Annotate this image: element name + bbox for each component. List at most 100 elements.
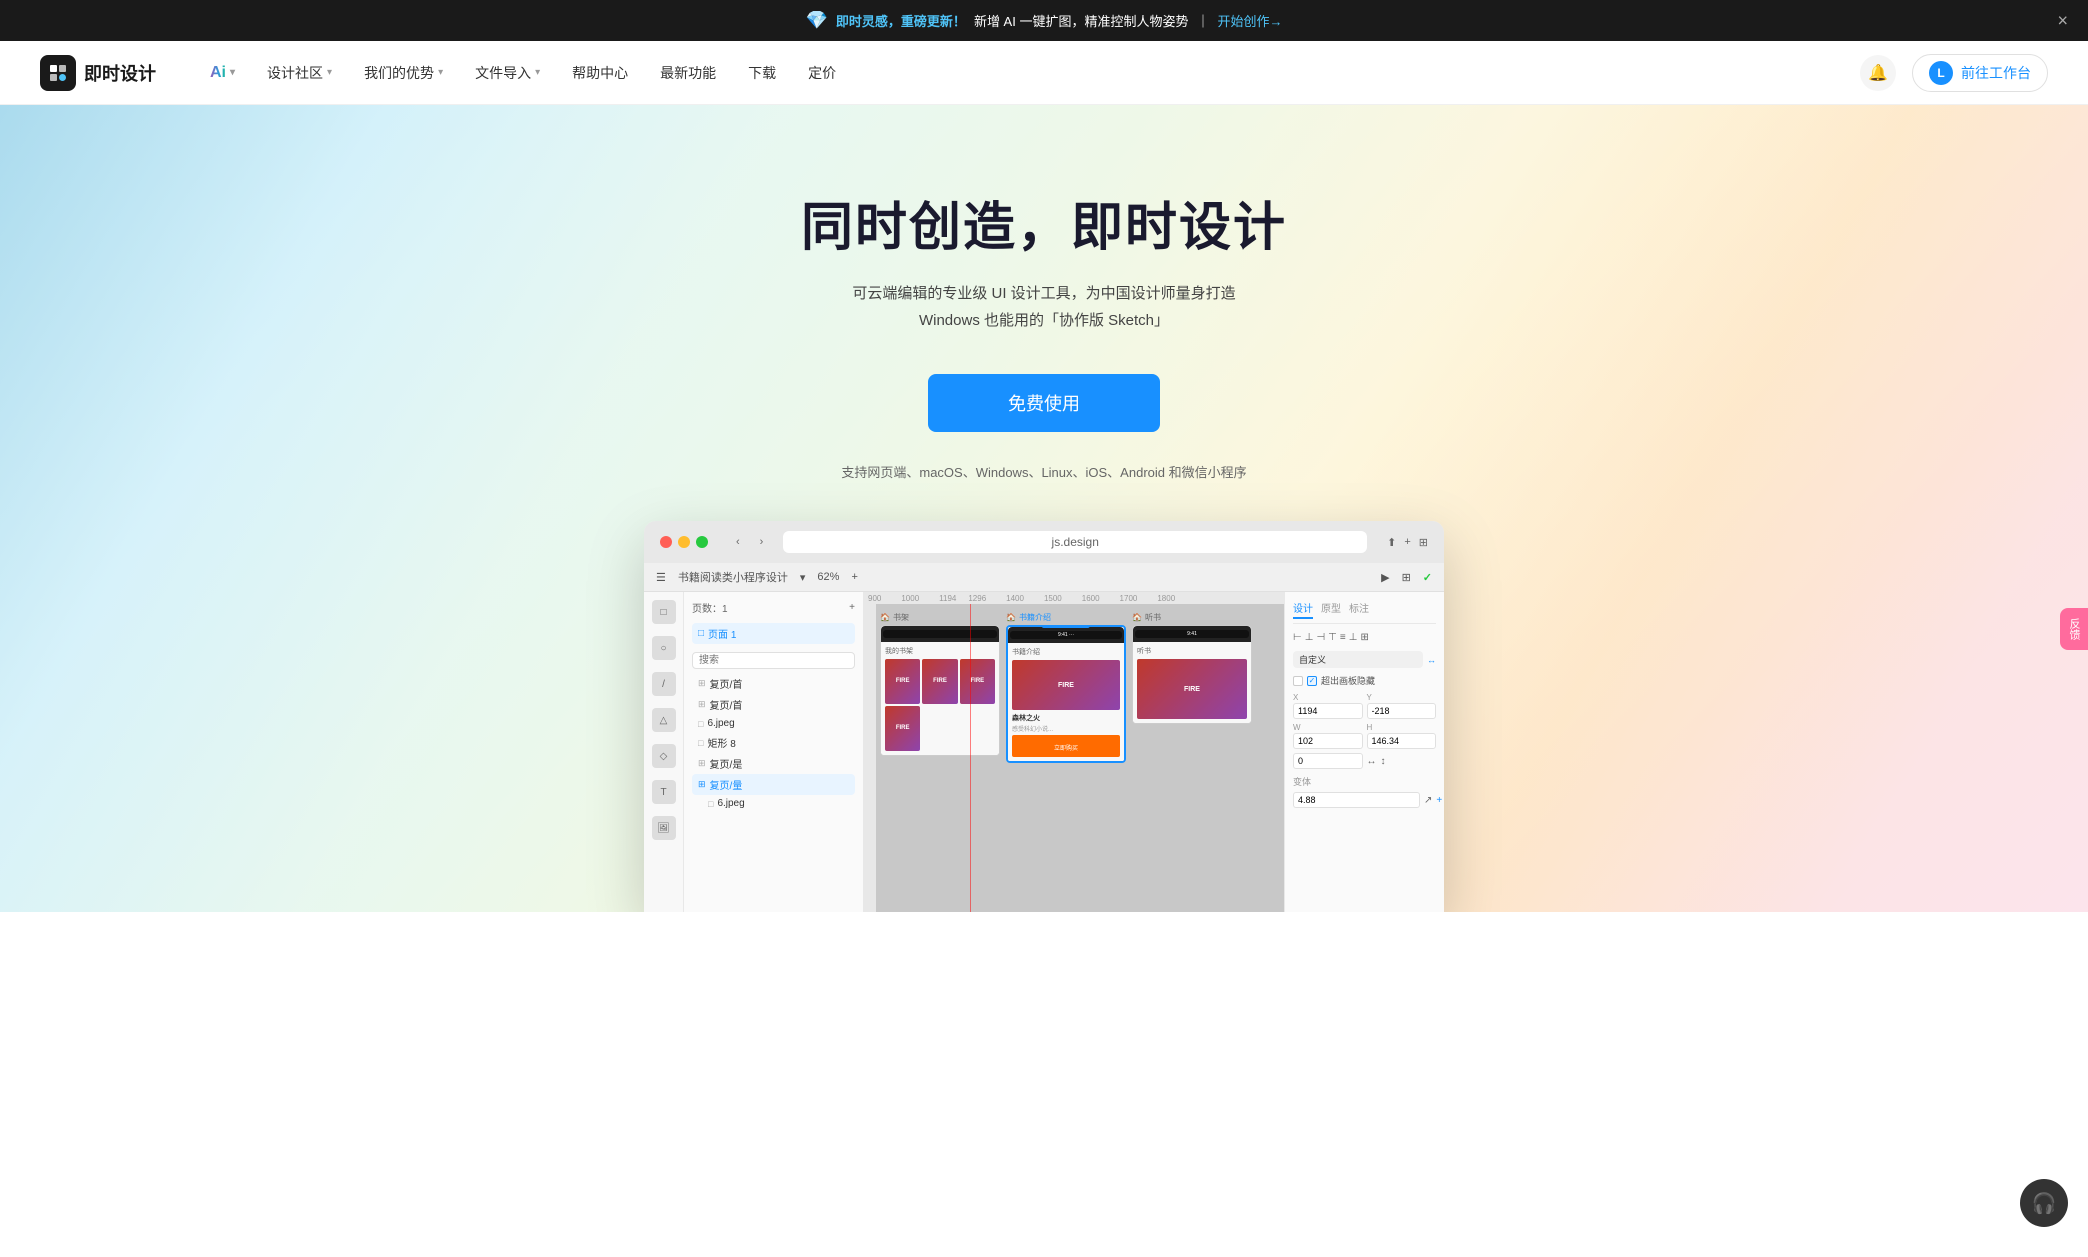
add-transform-icon[interactable]: +	[1436, 795, 1442, 806]
expand-icon[interactable]: ↗	[1424, 795, 1432, 806]
align-middle-icon[interactable]: ≡	[1340, 632, 1346, 643]
play-icon[interactable]: ▶	[1381, 571, 1389, 584]
nav-item-import[interactable]: 文件导入 ▾	[461, 55, 554, 91]
nav-item-design-community[interactable]: 设计社区 ▾	[253, 55, 346, 91]
h-label: H	[1367, 723, 1437, 732]
pen-tool[interactable]: /	[652, 672, 676, 696]
hero-subtitle: 可云端编辑的专业级 UI 设计工具，为中国设计师量身打造 Windows 也能用…	[801, 280, 1287, 334]
page-item[interactable]: □ 页面 1	[692, 623, 855, 644]
frame-audiobook[interactable]: 🏠 听书 9:41 听书	[1132, 612, 1252, 724]
window-dot-yellow[interactable]	[678, 536, 690, 548]
select-tool[interactable]: □	[652, 600, 676, 624]
layer-item-7[interactable]: □ 6.jpeg	[692, 795, 855, 812]
align-top-icon[interactable]: ⊤	[1328, 632, 1337, 643]
window-toolbar: ⬆ + ⊞	[1387, 536, 1428, 549]
nav-back-button[interactable]: ‹	[728, 534, 748, 550]
goto-workspace-button[interactable]: L 前往工作台	[1912, 54, 2048, 92]
hero-cta-button[interactable]: 免费使用	[928, 374, 1160, 432]
add-page-icon[interactable]: +	[849, 602, 855, 613]
window-dots	[660, 536, 708, 548]
frame-book-intro[interactable]: 🏠 书籍介绍 102 x 146.34 9:41 ···	[1006, 612, 1126, 763]
feedback-label: 反馈	[2068, 618, 2080, 640]
h-input[interactable]	[1367, 733, 1437, 749]
transform-label: 变体	[1293, 775, 1436, 788]
layer-item-2[interactable]: ⊞ 复页/首	[692, 694, 855, 715]
tab-prototype[interactable]: 原型	[1321, 600, 1341, 619]
distribute-icon[interactable]: ⊞	[1360, 632, 1368, 643]
node-tool[interactable]: ◇	[652, 744, 676, 768]
layer-item-4[interactable]: □ 矩形 8	[692, 732, 855, 753]
layer-item-6[interactable]: ⊞ 复页/量	[692, 774, 855, 795]
layer-icon: □	[698, 719, 703, 729]
nav-label-design-community: 设计社区	[267, 63, 323, 83]
nav-label-download: 下载	[748, 63, 776, 83]
share-icon[interactable]: ⬆	[1387, 536, 1396, 549]
navbar-nav: Ai ▾ 设计社区 ▾ 我们的优势 ▾ 文件导入 ▾ 帮助中心 最新功能 下载 …	[196, 55, 1860, 91]
align-right-icon[interactable]: ⊣	[1316, 632, 1325, 643]
layer-search-input[interactable]	[692, 652, 855, 669]
layer-item-5[interactable]: ⊞ 复页/是	[692, 753, 855, 774]
plus-icon[interactable]: +	[1404, 536, 1410, 549]
properties-panel: 设计 原型 标注 ⊢ ⊥ ⊣ ⊤ ≡ ⊥ ⊞	[1284, 592, 1444, 912]
collab-icon[interactable]: ⊞	[1402, 571, 1411, 584]
align-bottom-icon[interactable]: ⊥	[1349, 632, 1358, 643]
flip-controls: ↔ ↕	[1367, 753, 1437, 769]
site-logo[interactable]: 即时设计	[40, 55, 156, 91]
nav-item-help[interactable]: 帮助中心	[558, 55, 642, 91]
auto-layout-icon[interactable]: ↔	[1427, 655, 1436, 665]
wh-row: W H	[1293, 723, 1436, 749]
layer-icon: □	[698, 738, 703, 748]
flip-v-icon[interactable]: ↕	[1381, 756, 1386, 767]
search-box[interactable]	[692, 652, 855, 669]
align-center-icon[interactable]: ⊥	[1305, 632, 1314, 643]
canvas-area[interactable]: 90010001194129614001500160017001800 🏠 书架	[864, 592, 1284, 912]
layer-icon: ⊞	[698, 699, 706, 710]
notification-bell-button[interactable]: 🔔	[1860, 55, 1896, 91]
grid-icon[interactable]: ⊞	[1419, 536, 1428, 549]
tab-annotation[interactable]: 标注	[1349, 600, 1369, 619]
triangle-tool[interactable]: △	[652, 708, 676, 732]
layer-item-1[interactable]: ⊞ 复页/首	[692, 673, 855, 694]
align-left-icon[interactable]: ⊢	[1293, 632, 1302, 643]
flip-h-icon[interactable]: ↔	[1367, 756, 1377, 767]
page-icon: □	[698, 628, 704, 639]
window-dot-green[interactable]	[696, 536, 708, 548]
nav-item-ai[interactable]: Ai ▾	[196, 56, 249, 90]
menu-icon[interactable]: ☰	[656, 571, 666, 584]
dropdown-icon[interactable]: ▾	[800, 571, 806, 584]
frame-type-dropdown[interactable]: 自定义	[1293, 651, 1423, 668]
nav-item-pricing[interactable]: 定价	[794, 55, 850, 91]
image-tool[interactable]: 🖼	[652, 816, 676, 840]
headset-button[interactable]: 🎧	[2020, 1179, 2068, 1227]
x-input[interactable]	[1293, 703, 1363, 719]
window-dot-red[interactable]	[660, 536, 672, 548]
layer-icon: ⊞	[698, 779, 706, 790]
feedback-button[interactable]: 反馈	[2060, 608, 2088, 650]
text-tool[interactable]: T	[652, 780, 676, 804]
x-field: X	[1293, 693, 1363, 719]
bell-icon: 🔔	[1868, 63, 1888, 83]
transform-input[interactable]	[1293, 792, 1420, 808]
layer-item-3[interactable]: □ 6.jpeg	[692, 715, 855, 732]
checkbox-clip[interactable]	[1293, 676, 1303, 686]
banner-cta[interactable]: 开始创作→	[1217, 11, 1282, 30]
navbar-actions: 🔔 L 前往工作台	[1860, 54, 2048, 92]
ellipse-tool[interactable]: ○	[652, 636, 676, 660]
nav-item-download[interactable]: 下载	[734, 55, 790, 91]
address-bar[interactable]: js.design	[783, 531, 1367, 553]
y-input[interactable]	[1367, 703, 1437, 719]
banner-close[interactable]: ×	[2057, 10, 2068, 31]
nav-item-advantages[interactable]: 我们的优势 ▾	[350, 55, 457, 91]
banner-separator: ｜	[1196, 11, 1209, 30]
ruler-vertical	[864, 604, 876, 912]
checkbox-overflow[interactable]: ✓	[1307, 676, 1317, 686]
nav-forward-button[interactable]: ›	[752, 534, 772, 550]
tab-design[interactable]: 设计	[1293, 600, 1313, 619]
frame-bookshelf[interactable]: 🏠 书架 我的书架	[880, 612, 1000, 756]
nav-item-new-features[interactable]: 最新功能	[646, 55, 730, 91]
save-status-icon: ✓	[1423, 571, 1432, 584]
w-input[interactable]	[1293, 733, 1363, 749]
selection-label: 102 x 146.34	[1042, 625, 1090, 628]
zoom-plus-icon[interactable]: +	[851, 571, 857, 583]
rotation-input[interactable]	[1293, 753, 1363, 769]
